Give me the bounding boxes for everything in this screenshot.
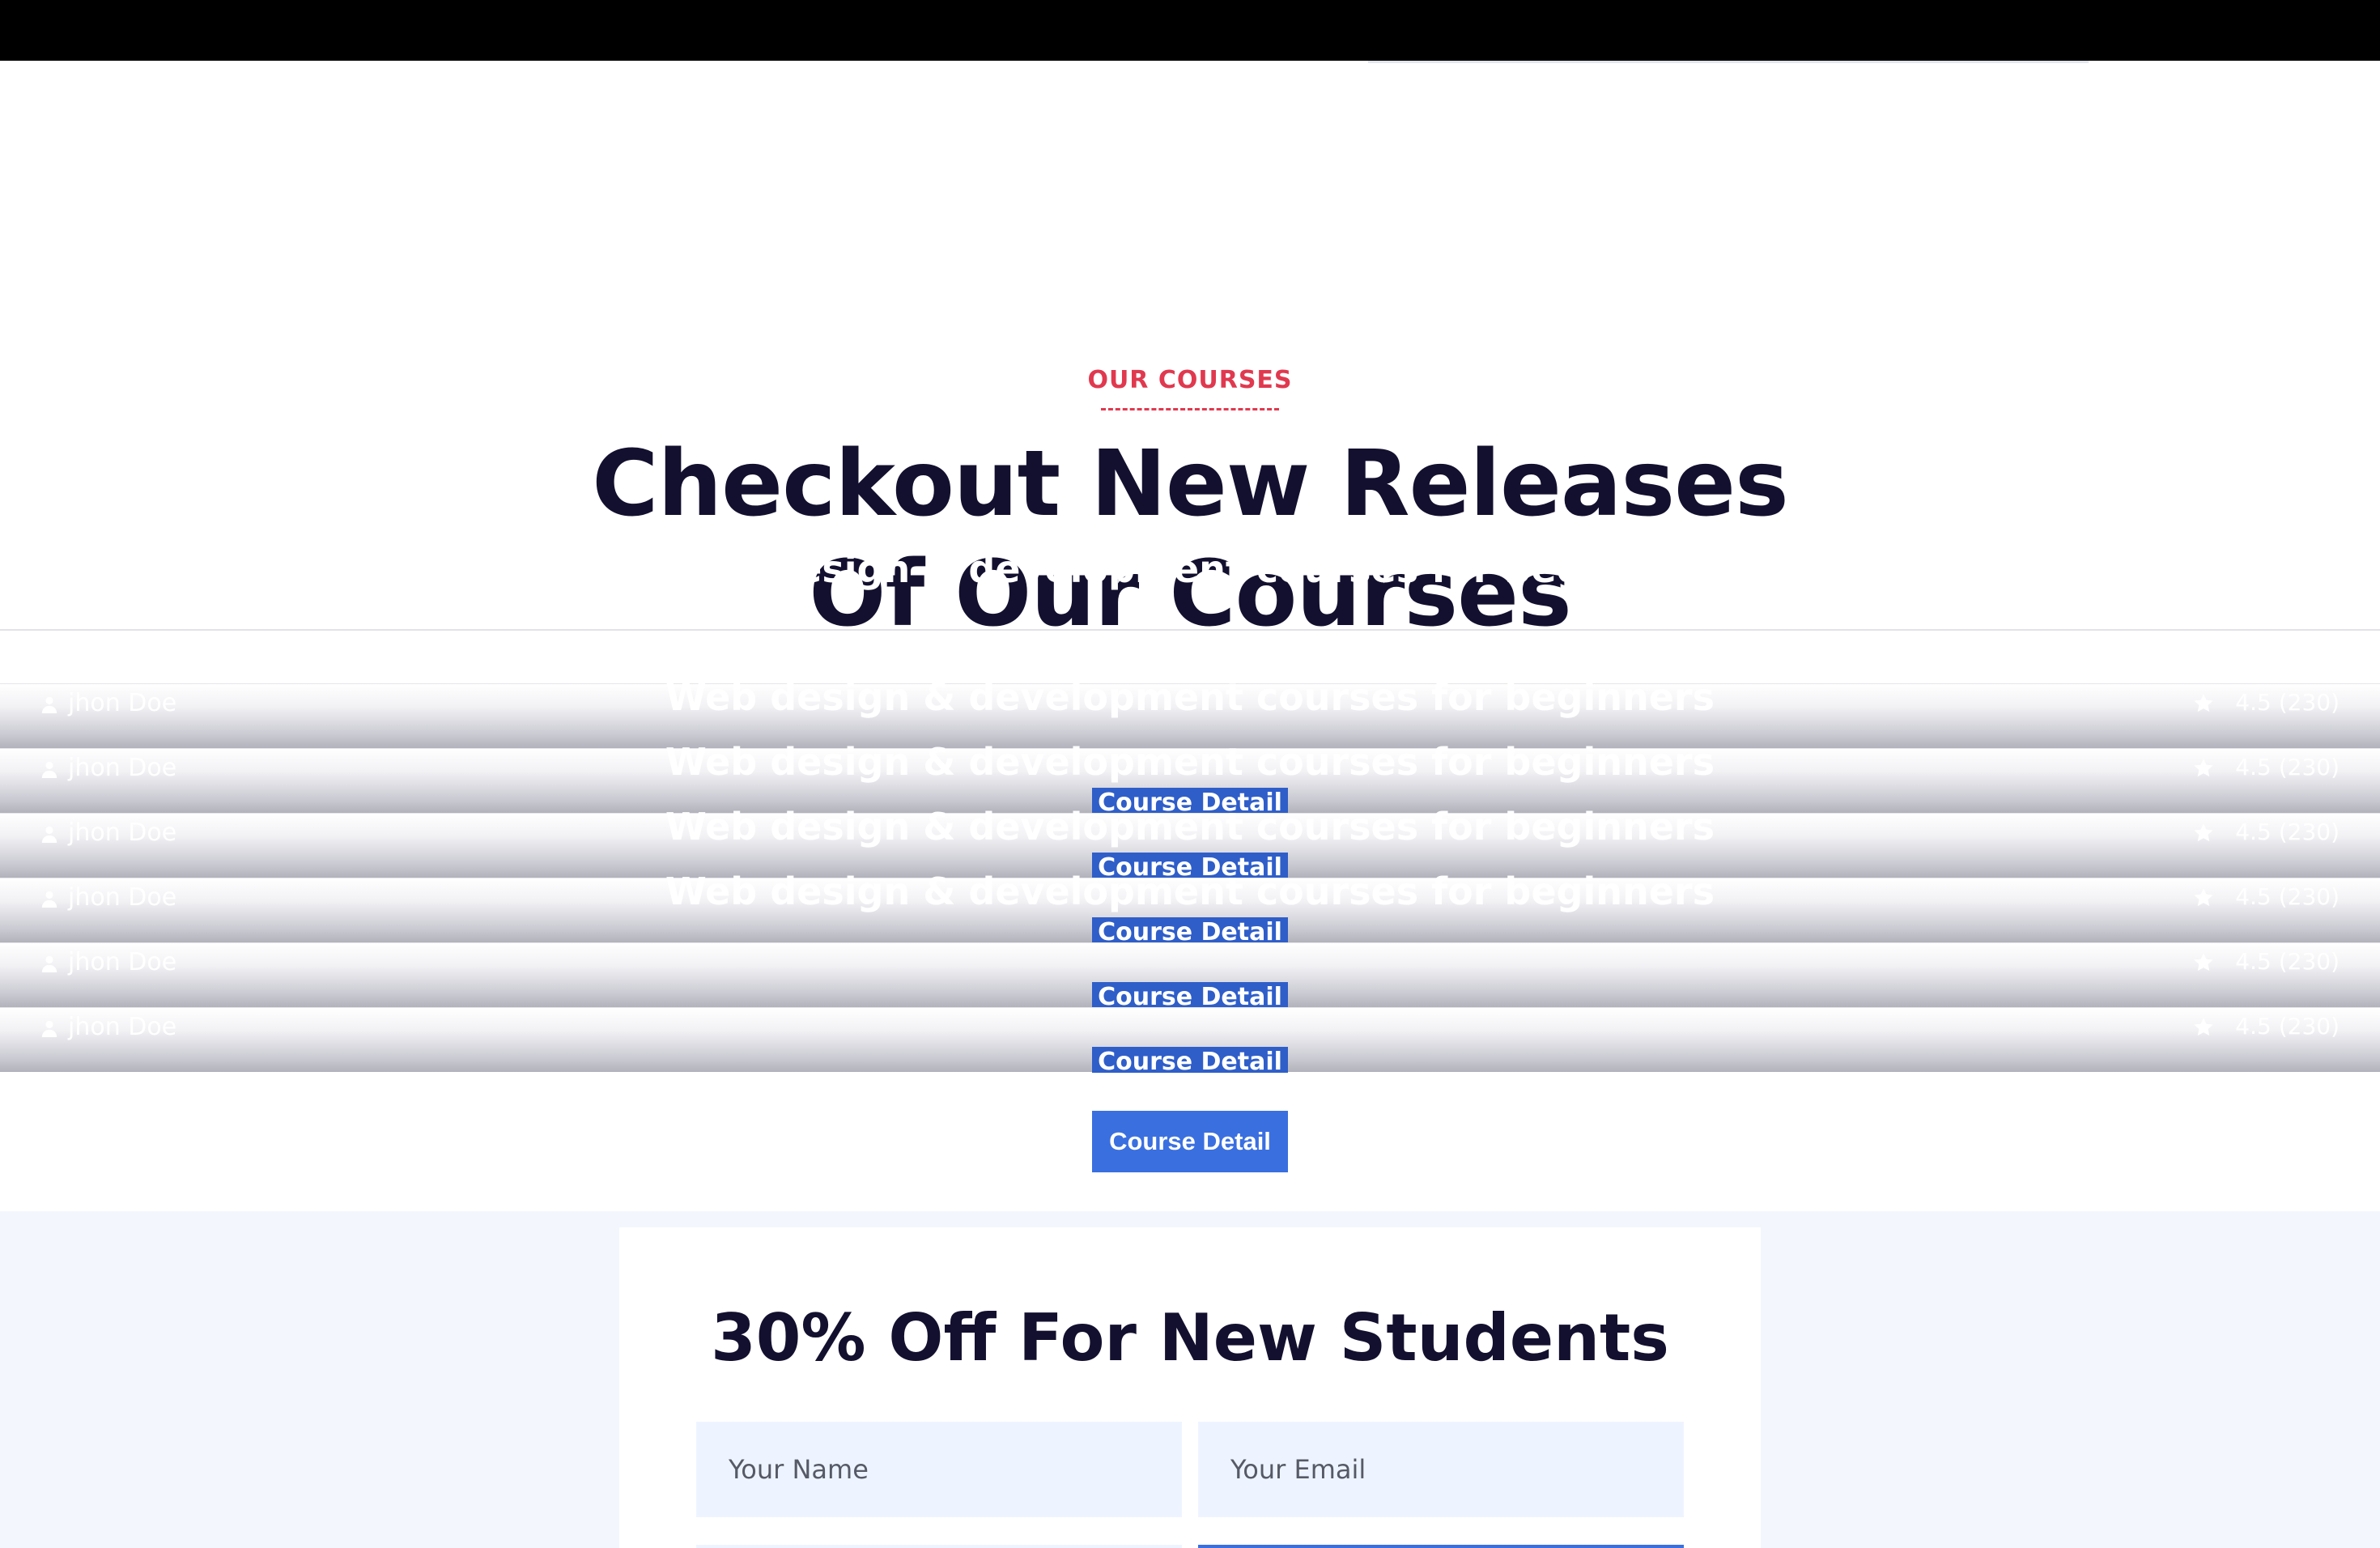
course-card[interactable]: jhon Doe 4.5 (230) Course Detail (0, 1007, 2380, 1073)
headline-line-1: Checkout New Releases (592, 432, 1789, 537)
course-rating: 4.5 (230) (2193, 948, 2340, 975)
course-rating: 4.5 (230) (2193, 1013, 2340, 1040)
person-icon (41, 955, 57, 972)
course-author: jhon Doe (40, 1013, 176, 1041)
section-eyebrow: OUR COURSES (1087, 366, 1293, 394)
top-bar (0, 0, 2380, 61)
course-detail-button[interactable]: Course Detail (1092, 917, 1288, 943)
course-detail-button[interactable]: Course Detail (1092, 1047, 1288, 1073)
ghost-course-title: Web design & development courses for beg… (665, 547, 1715, 591)
ghost-course-title: Web design & development courses for beg… (665, 740, 1715, 784)
offer-title: 30% Off For New Students (711, 1300, 1669, 1376)
person-icon (41, 1020, 57, 1037)
ghost-course-title: Web design & development courses for beg… (665, 675, 1715, 719)
course-card[interactable]: jhon Doe 4.5 (230) Course Detail (0, 942, 2380, 1008)
course-author-name: jhon Doe (68, 948, 177, 976)
star-icon (2194, 1018, 2213, 1036)
section-headline: Checkout New Releases Of Our Courses (0, 429, 2380, 649)
ghost-course-title: Web design & development courses for beg… (665, 870, 1715, 913)
course-rating-count: (230) (2278, 948, 2340, 975)
course-rating-value: 4.5 (2235, 948, 2272, 975)
star-icon (2194, 953, 2213, 972)
course-rating-count: (230) (2278, 1013, 2340, 1040)
course-detail-button[interactable]: Course Detail (1092, 982, 1288, 1008)
name-field[interactable] (696, 1422, 1182, 1517)
email-field[interactable] (1198, 1422, 1684, 1517)
phone-field[interactable] (696, 1545, 1182, 1548)
course-detail-button[interactable]: Course Detail (1092, 1111, 1288, 1172)
course-author: jhon Doe (40, 948, 176, 976)
top-bar-divider (1368, 61, 2089, 63)
course-rating-value: 4.5 (2235, 1013, 2272, 1040)
ghost-course-title: Web design & development courses for beg… (665, 805, 1715, 848)
eyebrow-underline (1101, 408, 1279, 410)
course-author-name: jhon Doe (68, 1013, 177, 1041)
offer-card: 30% Off For New Students (619, 1227, 1761, 1548)
submit-button[interactable] (1198, 1545, 1684, 1548)
